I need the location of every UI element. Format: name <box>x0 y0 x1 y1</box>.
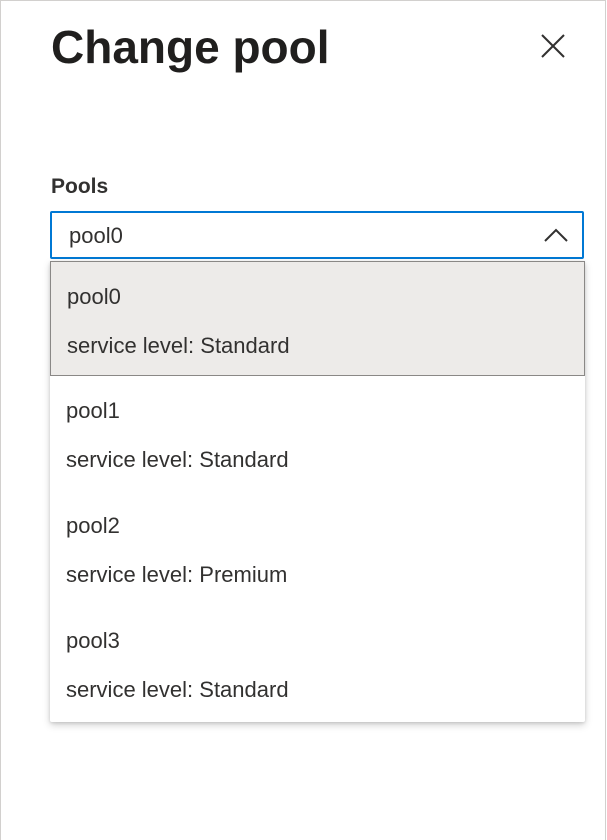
option-name: pool0 <box>67 284 121 309</box>
change-pool-panel: Change pool Pools pool0 pool0 service le… <box>0 0 606 840</box>
close-button[interactable] <box>534 27 572 65</box>
option-name: pool1 <box>66 398 120 423</box>
chevron-up-icon <box>544 228 568 242</box>
option-name: pool2 <box>66 513 120 538</box>
dropdown-option-pool2[interactable]: pool2 service level: Premium <box>50 491 585 606</box>
option-service-level: service level: Standard <box>66 447 289 472</box>
dropdown-option-pool3[interactable]: pool3 service level: Standard <box>50 606 585 721</box>
pools-label: Pools <box>51 175 109 198</box>
panel-title: Change pool <box>51 21 330 73</box>
pools-dropdown-list: pool0 service level: Standard pool1 serv… <box>50 261 585 722</box>
option-name: pool3 <box>66 628 120 653</box>
dropdown-option-pool0[interactable]: pool0 service level: Standard <box>50 261 585 376</box>
pools-selected-value: pool0 <box>69 223 123 248</box>
option-service-level: service level: Standard <box>67 333 290 358</box>
pools-dropdown[interactable]: pool0 <box>50 211 584 259</box>
dropdown-option-pool1[interactable]: pool1 service level: Standard <box>50 376 585 491</box>
option-service-level: service level: Premium <box>66 562 288 587</box>
close-icon <box>541 34 565 58</box>
option-service-level: service level: Standard <box>66 677 289 702</box>
